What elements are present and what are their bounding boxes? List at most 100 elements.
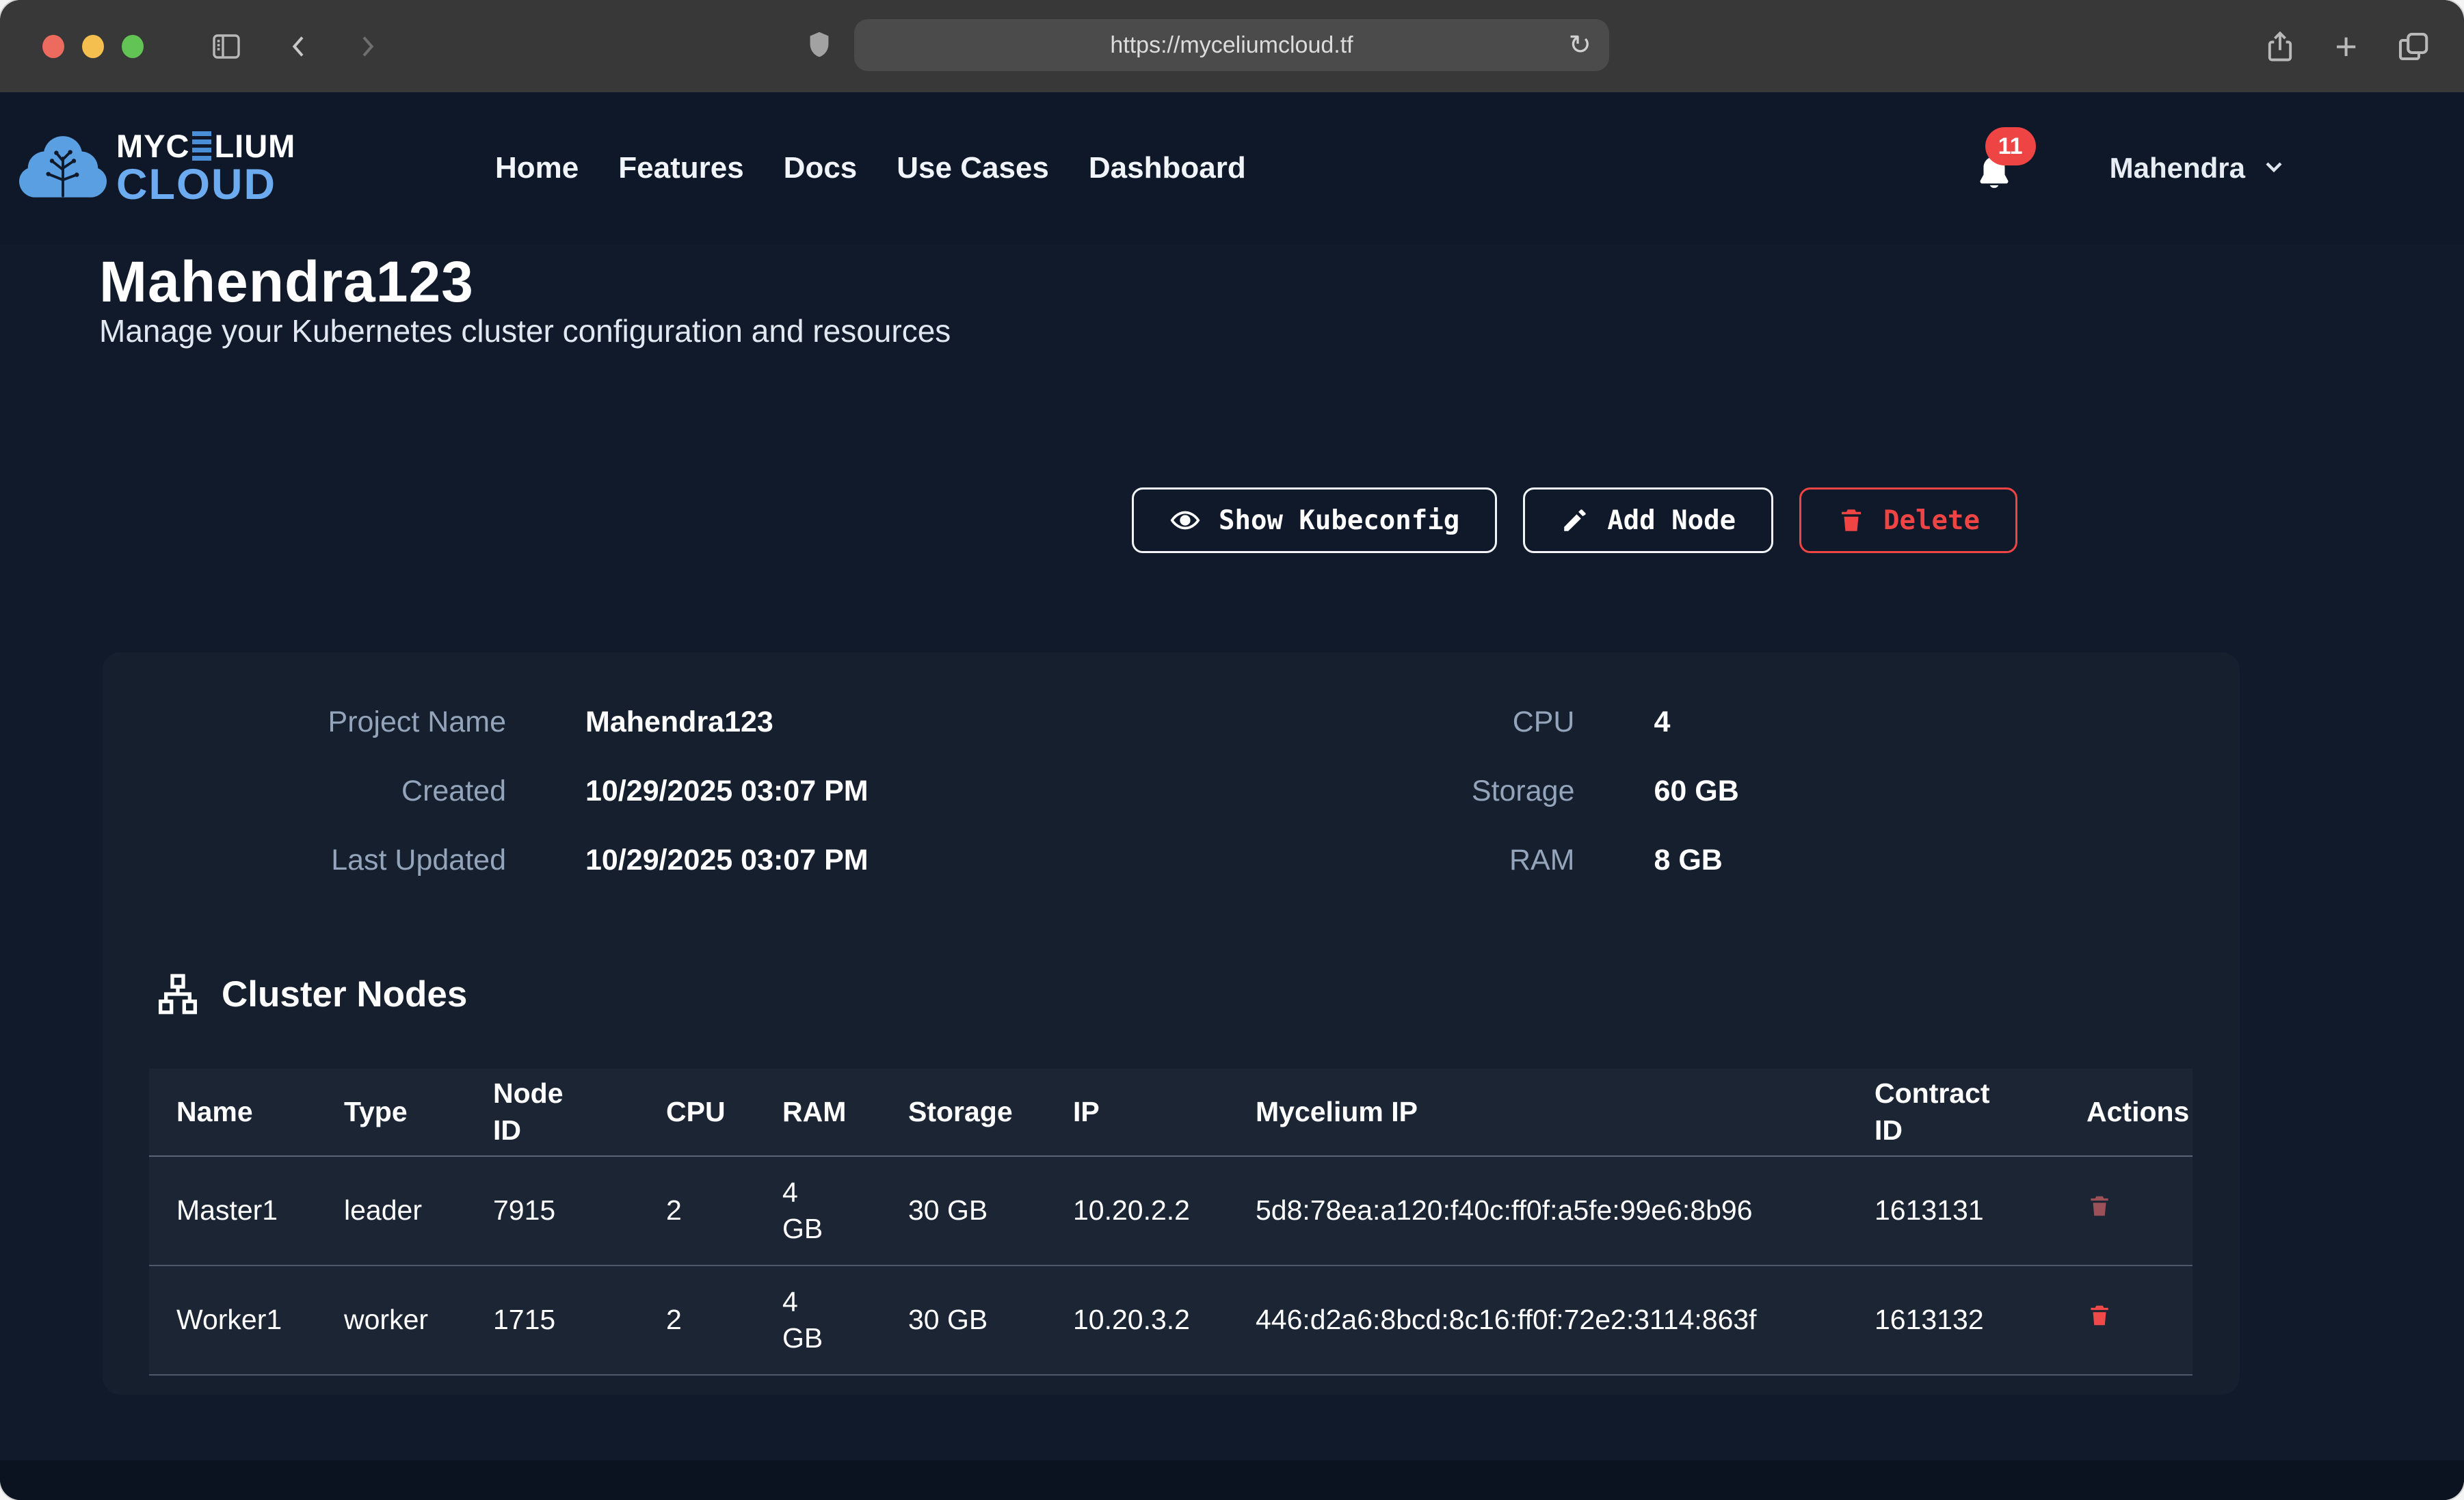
new-tab-icon[interactable]: + [2335,27,2357,66]
trash-icon [2087,1192,2112,1220]
col-type: Type [317,1094,466,1130]
page-title: Mahendra123 [99,249,474,315]
cell-ram: 4 GB [755,1284,881,1357]
sitemap-icon [156,972,200,1016]
eye-icon [1169,505,1201,536]
page-body: Mahendra123 Manage your Kubernetes clust… [0,92,2464,1500]
zoom-window-button[interactable] [122,35,144,58]
info-row-cpu: CPU 4 [1171,706,2240,739]
mycelium-cloud-logo[interactable]: MYC LIUM CLOUD [19,130,295,206]
nav-item-features[interactable]: Features [618,151,743,185]
col-node-id: Node ID [466,1075,639,1149]
cell-ram: 4 GB [755,1175,881,1248]
nav-item-dashboard[interactable]: Dashboard [1089,151,1246,185]
browser-window: https://myceliumcloud.tf ↻ + Mahendra123… [0,0,2464,1500]
cell-cpu: 2 [639,1192,755,1229]
page-subtitle: Manage your Kubernetes cluster configura… [99,312,951,349]
notifications-button[interactable]: 11 [1973,141,2021,196]
col-contract-id: Contract ID [1847,1075,2059,1149]
info-label: CPU [1171,706,1575,739]
cloud-logo-icon [19,131,107,205]
main-nav: Home Features Docs Use Cases Dashboard [495,151,1246,185]
cell-mycelium-ip: 5d8:78ea:a120:f40c:ff0f:a5fe:99e6:8b96 [1228,1192,1847,1229]
col-ip: IP [1046,1094,1228,1130]
nodes-table-header: Name Type Node ID CPU RAM Storage IP Myc… [149,1069,2193,1157]
nav-item-docs[interactable]: Docs [784,151,858,185]
info-row-storage: Storage 60 GB [1171,775,2240,808]
cell-storage: 30 GB [881,1192,1046,1229]
delete-cluster-button[interactable]: Delete [1799,487,2017,553]
pencil-icon [1561,506,1589,535]
url-text: https://myceliumcloud.tf [1110,32,1353,59]
info-value: 60 GB [1654,775,1739,808]
cluster-nodes-title: Cluster Nodes [222,974,467,1015]
close-window-button[interactable] [42,35,64,58]
info-row-project-name: Project Name Mahendra123 [103,706,1171,739]
info-row-created: Created 10/29/2025 03:07 PM [103,775,1171,808]
user-menu-button[interactable]: Mahendra [2110,152,2245,185]
chevron-down-icon[interactable] [2260,153,2288,184]
cluster-info-grid: Project Name Mahendra123 Created 10/29/2… [103,706,2240,877]
reload-icon[interactable]: ↻ [1568,29,1591,61]
cluster-actions: Show Kubeconfig Add Node Delete [1132,487,2017,553]
back-icon[interactable] [285,30,313,63]
cell-name: Master1 [149,1192,317,1229]
cell-node-id: 1715 [466,1302,639,1338]
address-bar[interactable]: https://myceliumcloud.tf ↻ [854,19,1609,71]
info-label: Last Updated [103,844,506,877]
info-label: Project Name [103,706,506,739]
privacy-shield-icon[interactable] [804,26,835,64]
cell-mycelium-ip: 446:d2a6:8bcd:8c16:ff0f:72e2:3114:863f [1228,1302,1847,1338]
notification-count-badge: 11 [1985,127,2036,165]
cell-contract-id: 1613131 [1847,1192,2059,1229]
browser-chrome: https://myceliumcloud.tf ↻ + [0,0,2464,94]
trash-icon [2087,1301,2112,1330]
nav-item-home[interactable]: Home [495,151,579,185]
delete-node-button[interactable] [2087,1301,2112,1332]
info-value: Mahendra123 [585,706,773,739]
cluster-nodes-heading: Cluster Nodes [156,972,467,1016]
info-label: Created [103,775,506,808]
nodes-table: Name Type Node ID CPU RAM Storage IP Myc… [149,1069,2193,1376]
site-header: MYC LIUM CLOUD Home Features Docs Use Ca… [0,92,2464,244]
forward-icon[interactable] [354,30,381,63]
sidebar-toggle-icon[interactable] [209,30,244,63]
cell-node-id: 7915 [466,1192,639,1229]
logo-e-bars [192,131,211,161]
trash-icon [1837,505,1866,535]
add-node-button[interactable]: Add Node [1523,487,1773,553]
info-label: Storage [1171,775,1575,808]
cell-storage: 30 GB [881,1302,1046,1338]
share-icon[interactable] [2262,27,2298,66]
col-name: Name [149,1094,317,1130]
table-row-worker1: Worker1 worker 1715 2 4 GB 30 GB 10.20.3… [149,1266,2193,1376]
logo-word-mycelium: MYC LIUM [116,130,295,162]
tab-overview-icon[interactable] [2394,28,2431,65]
cell-ip: 10.20.2.2 [1046,1192,1228,1229]
cell-contract-id: 1613132 [1847,1302,2059,1338]
info-value: 10/29/2025 03:07 PM [585,844,869,877]
cell-type: leader [317,1192,466,1229]
info-row-ram: RAM 8 GB [1171,844,2240,877]
cell-actions [2059,1192,2193,1229]
info-label: RAM [1171,844,1575,877]
col-ram: RAM [755,1094,881,1130]
info-value: 10/29/2025 03:07 PM [585,775,869,808]
show-kubeconfig-button[interactable]: Show Kubeconfig [1132,487,1497,553]
col-actions: Actions [2059,1094,2193,1130]
footer [0,1460,2464,1500]
minimize-window-button[interactable] [82,35,104,58]
info-row-last-updated: Last Updated 10/29/2025 03:07 PM [103,844,1171,877]
cell-name: Worker1 [149,1302,317,1338]
logo-word-cloud: CLOUD [116,163,295,206]
cell-ip: 10.20.3.2 [1046,1302,1228,1338]
cell-cpu: 2 [639,1302,755,1338]
col-storage: Storage [881,1094,1046,1130]
col-mycelium-ip: Mycelium IP [1228,1094,1847,1130]
cell-actions [2059,1301,2193,1339]
nav-item-use-cases[interactable]: Use Cases [897,151,1049,185]
info-value: 8 GB [1654,844,1723,877]
info-value: 4 [1654,706,1671,739]
delete-node-button[interactable] [2087,1192,2112,1222]
col-cpu: CPU [639,1094,755,1130]
